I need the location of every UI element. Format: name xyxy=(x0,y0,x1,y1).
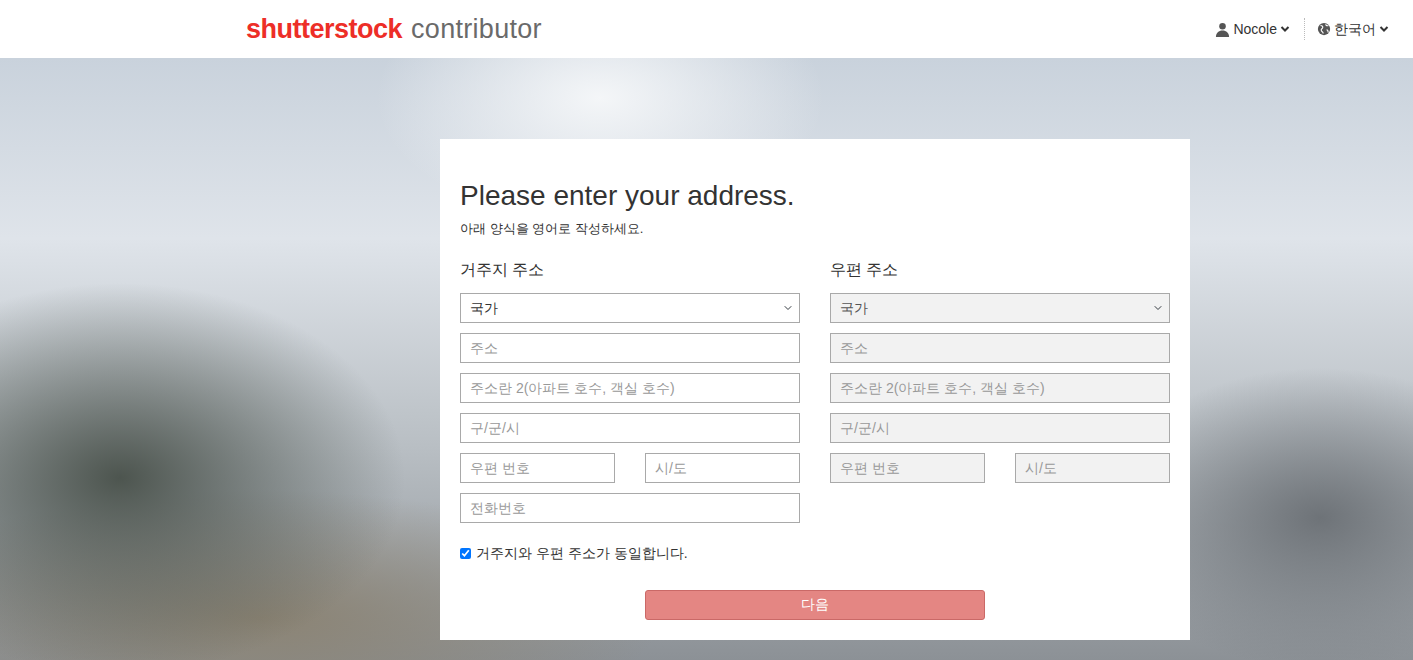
postal-code-field[interactable] xyxy=(830,453,985,483)
address-field[interactable] xyxy=(460,333,800,363)
top-bar: shutterstock contributor Nocole 한국어 xyxy=(0,0,1413,58)
same-address-label[interactable]: 거주지와 우편 주소가 동일합니다. xyxy=(476,543,688,564)
address2-field[interactable] xyxy=(460,373,800,403)
city-field[interactable] xyxy=(460,413,800,443)
state-field[interactable] xyxy=(1015,453,1170,483)
form-title: Please enter your address. xyxy=(460,179,1170,213)
phone-field[interactable] xyxy=(460,493,800,523)
user-name[interactable]: Nocole xyxy=(1233,19,1277,40)
city-field[interactable] xyxy=(830,413,1170,443)
menu-separator xyxy=(1304,18,1305,40)
chevron-down-icon xyxy=(1280,24,1290,34)
address2-field[interactable] xyxy=(830,373,1170,403)
product-name[interactable]: contributor xyxy=(411,9,542,50)
section-heading: 거주지 주소 xyxy=(460,260,800,281)
residential-address: 거주지 주소 국가 거주지와 우편 주소가 동일합니다. xyxy=(460,260,800,564)
globe-icon xyxy=(1317,22,1331,36)
section-heading: 우편 주소 xyxy=(830,260,1170,281)
next-button[interactable]: 다음 xyxy=(645,590,985,620)
logo[interactable]: shutterstock contributor xyxy=(246,9,542,50)
user-menu[interactable]: Nocole xyxy=(1215,19,1290,40)
language-menu[interactable]: 한국어 xyxy=(1317,19,1389,40)
brand-name[interactable]: shutterstock xyxy=(246,9,402,50)
same-address-checkbox[interactable] xyxy=(460,548,471,559)
language-label[interactable]: 한국어 xyxy=(1334,19,1376,40)
address-field[interactable] xyxy=(830,333,1170,363)
form-subtitle: 아래 양식을 영어로 작성하세요. xyxy=(460,220,1170,238)
country-select[interactable]: 국가 xyxy=(830,293,1170,323)
state-field[interactable] xyxy=(645,453,800,483)
user-icon xyxy=(1215,22,1230,37)
postal-code-field[interactable] xyxy=(460,453,615,483)
address-form: Please enter your address. 아래 양식을 영어로 작성… xyxy=(440,139,1190,640)
background-photo: Please enter your address. 아래 양식을 영어로 작성… xyxy=(0,58,1413,660)
chevron-down-icon xyxy=(1379,24,1389,34)
mailing-address: 우편 주소 국가 xyxy=(830,260,1170,564)
country-select[interactable]: 국가 xyxy=(460,293,800,323)
same-address-option[interactable]: 거주지와 우편 주소가 동일합니다. xyxy=(460,543,800,564)
